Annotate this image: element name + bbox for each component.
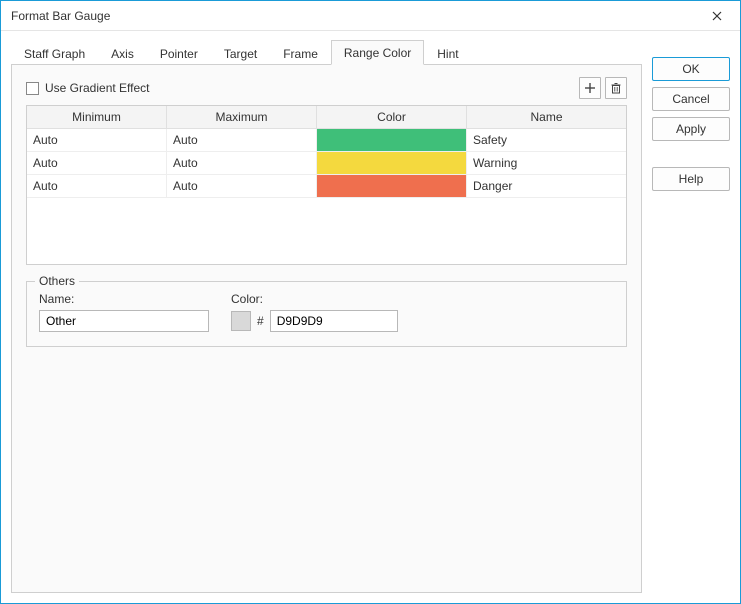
- plus-icon: [584, 82, 596, 94]
- tab-hint[interactable]: Hint: [424, 41, 471, 65]
- cell-min[interactable]: Auto: [27, 175, 167, 197]
- col-color[interactable]: Color: [317, 106, 467, 128]
- close-icon: [712, 11, 722, 21]
- col-maximum[interactable]: Maximum: [167, 106, 317, 128]
- others-name-field: Name:: [39, 292, 209, 332]
- tab-frame[interactable]: Frame: [270, 41, 331, 65]
- others-legend: Others: [35, 274, 79, 288]
- color-swatch: [317, 152, 466, 174]
- side-buttons: OK Cancel Apply Help: [652, 39, 730, 593]
- titlebar: Format Bar Gauge: [1, 1, 740, 31]
- cell-max[interactable]: Auto: [167, 175, 317, 197]
- others-color-field: Color: #: [231, 292, 398, 332]
- tab-staff-graph[interactable]: Staff Graph: [11, 41, 98, 65]
- panel-top-row: Use Gradient Effect: [26, 77, 627, 99]
- cell-name[interactable]: Danger: [467, 175, 626, 197]
- main-column: Staff Graph Axis Pointer Target Frame Ra…: [11, 39, 642, 593]
- checkbox-box: [26, 82, 39, 95]
- cell-min[interactable]: Auto: [27, 152, 167, 174]
- tab-target[interactable]: Target: [211, 41, 270, 65]
- close-button[interactable]: [702, 5, 732, 27]
- tab-panel-range-color: Use Gradient Effect: [11, 65, 642, 593]
- tab-axis[interactable]: Axis: [98, 41, 147, 65]
- cell-color[interactable]: [317, 129, 467, 151]
- cell-name[interactable]: Safety: [467, 129, 626, 151]
- cell-color[interactable]: [317, 175, 467, 197]
- others-color-group: #: [231, 310, 398, 332]
- table-header: Minimum Maximum Color Name: [27, 106, 626, 129]
- dialog-body: Staff Graph Axis Pointer Target Frame Ra…: [1, 31, 740, 603]
- help-button[interactable]: Help: [652, 167, 730, 191]
- cell-max[interactable]: Auto: [167, 152, 317, 174]
- others-color-label: Color:: [231, 292, 398, 306]
- spacer: [652, 147, 730, 161]
- table-row[interactable]: Auto Auto Warning: [27, 152, 626, 175]
- table-actions: [579, 77, 627, 99]
- range-table: Minimum Maximum Color Name Auto Auto Saf…: [26, 105, 627, 265]
- tab-pointer[interactable]: Pointer: [147, 41, 211, 65]
- col-minimum[interactable]: Minimum: [27, 106, 167, 128]
- col-name[interactable]: Name: [467, 106, 626, 128]
- cell-color[interactable]: [317, 152, 467, 174]
- cell-name[interactable]: Warning: [467, 152, 626, 174]
- tab-range-color[interactable]: Range Color: [331, 40, 424, 65]
- color-swatch: [317, 129, 466, 151]
- hash-label: #: [257, 314, 264, 328]
- add-row-button[interactable]: [579, 77, 601, 99]
- others-color-swatch[interactable]: [231, 311, 251, 331]
- trash-icon: [610, 82, 622, 94]
- apply-button[interactable]: Apply: [652, 117, 730, 141]
- window-title: Format Bar Gauge: [11, 9, 110, 23]
- gradient-checkbox[interactable]: Use Gradient Effect: [26, 81, 150, 95]
- others-name-label: Name:: [39, 292, 209, 306]
- ok-button[interactable]: OK: [652, 57, 730, 81]
- color-swatch: [317, 175, 466, 197]
- others-hex-input[interactable]: [270, 310, 398, 332]
- table-row[interactable]: Auto Auto Safety: [27, 129, 626, 152]
- others-row: Name: Color: #: [39, 292, 614, 332]
- cell-min[interactable]: Auto: [27, 129, 167, 151]
- table-row[interactable]: Auto Auto Danger: [27, 175, 626, 198]
- tab-bar: Staff Graph Axis Pointer Target Frame Ra…: [11, 39, 642, 65]
- others-fieldset: Others Name: Color: #: [26, 281, 627, 347]
- dialog-window: Format Bar Gauge Staff Graph Axis Pointe…: [0, 0, 741, 604]
- cell-max[interactable]: Auto: [167, 129, 317, 151]
- checkbox-label: Use Gradient Effect: [45, 81, 150, 95]
- cancel-button[interactable]: Cancel: [652, 87, 730, 111]
- others-name-input[interactable]: [39, 310, 209, 332]
- delete-row-button[interactable]: [605, 77, 627, 99]
